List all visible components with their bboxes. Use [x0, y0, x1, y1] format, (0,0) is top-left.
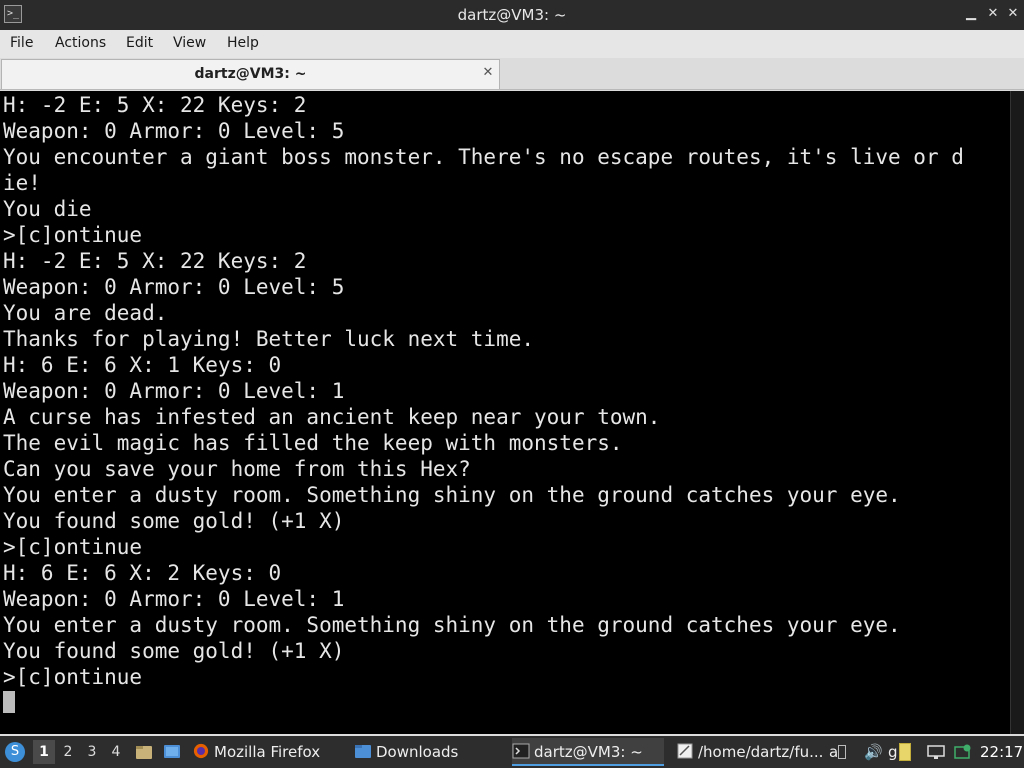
- terminal-line: >[c]ontinue: [3, 223, 143, 247]
- terminal-line: You are dead.: [3, 301, 168, 325]
- maximize-icon[interactable]: ✕: [986, 7, 1000, 21]
- firefox-icon: [193, 743, 209, 759]
- terminal-cursor: [3, 691, 15, 713]
- task-terminal-label: dartz@VM3: ~: [534, 743, 643, 761]
- volume-icon[interactable]: 🔊: [864, 742, 883, 762]
- tab-bar: dartz@VM3: ~ ✕: [0, 58, 1024, 90]
- terminal-line: You encounter a giant boss monster. Ther…: [3, 145, 964, 169]
- menu-bar: File Actions Edit View Help: [0, 30, 1024, 58]
- terminal-icon: [512, 743, 530, 759]
- terminal-output[interactable]: H: -2 E: 5 X: 22 Keys: 2 Weapon: 0 Armor:…: [0, 91, 1010, 734]
- task-editor[interactable]: /home/dartz/fu...: [676, 738, 834, 766]
- text-editor-icon: [677, 743, 693, 759]
- tray-item-se[interactable]: Se: [838, 742, 862, 762]
- terminal-line: Weapon: 0 Armor: 0 Level: 5: [3, 119, 345, 143]
- terminal-line: Weapon: 0 Armor: 0 Level: 1: [3, 587, 345, 611]
- start-menu-icon[interactable]: S: [5, 742, 25, 762]
- taskbar: S 1 2 3 4 Mozilla Firefox Downloads dart…: [0, 736, 1024, 768]
- task-downloads-label: Downloads: [376, 743, 459, 761]
- folder-icon: [355, 745, 371, 758]
- menu-help[interactable]: Help: [227, 30, 259, 58]
- terminal-line: Thanks for playing! Better luck next tim…: [3, 327, 535, 351]
- terminal-line: H: 6 E: 6 X: 2 Keys: 0: [3, 561, 282, 585]
- clock[interactable]: 22:17: [980, 736, 1023, 768]
- terminal-line: H: -2 E: 5 X: 22 Keys: 2: [3, 249, 307, 273]
- workspace-3[interactable]: 3: [81, 740, 103, 764]
- terminal-line: H: -2 E: 5 X: 22 Keys: 2: [3, 93, 307, 117]
- menu-view[interactable]: View: [173, 30, 206, 58]
- file-manager-icon[interactable]: [135, 743, 153, 761]
- terminal-line: >[c]ontinue: [3, 535, 143, 559]
- tab-close-icon[interactable]: ✕: [480, 64, 496, 82]
- workspace-4[interactable]: 4: [105, 740, 127, 764]
- terminal-line: Can you save your home from this Hex?: [3, 457, 471, 481]
- minimize-icon[interactable]: ▁: [964, 7, 978, 21]
- workspace-2[interactable]: 2: [57, 740, 79, 764]
- close-icon[interactable]: ✕: [1006, 7, 1020, 21]
- terminal-lines: H: -2 E: 5 X: 22 Keys: 2 Weapon: 0 Armor:…: [3, 92, 964, 690]
- tab-terminal[interactable]: dartz@VM3: ~ ✕: [1, 59, 500, 89]
- task-firefox-label: Mozilla Firefox: [214, 743, 321, 761]
- terminal-line: You found some gold! (+1 X): [3, 509, 345, 533]
- window-titlebar[interactable]: >_ dartz@VM3: ~ ▁ ✕ ✕: [0, 0, 1024, 30]
- terminal-line: The evil magic has filled the keep with …: [3, 431, 623, 455]
- screen-capture-icon[interactable]: [954, 743, 972, 761]
- terminal-line: A curse has infested an ancient keep nea…: [3, 405, 661, 429]
- terminal-line: Weapon: 0 Armor: 0 Level: 5: [3, 275, 345, 299]
- task-firefox[interactable]: Mozilla Firefox: [192, 738, 337, 766]
- workspace-1[interactable]: 1: [33, 740, 55, 764]
- terminal-line: You enter a dusty room. Something shiny …: [3, 613, 901, 637]
- menu-actions[interactable]: Actions: [55, 30, 106, 58]
- terminal-line: H: 6 E: 6 X: 1 Keys: 0: [3, 353, 282, 377]
- menu-edit[interactable]: Edit: [126, 30, 153, 58]
- tray-item-g[interactable]: g: [888, 742, 898, 762]
- terminal-line: You found some gold! (+1 X): [3, 639, 345, 663]
- document-icon: [838, 745, 846, 759]
- tab-label: dartz@VM3: ~: [194, 66, 307, 82]
- terminal-line: Weapon: 0 Armor: 0 Level: 1: [3, 379, 345, 403]
- terminal-line: You die: [3, 197, 92, 221]
- network-icon[interactable]: [927, 743, 945, 761]
- terminal-line: >[c]ontinue: [3, 665, 143, 689]
- window-title: dartz@VM3: ~: [457, 6, 567, 24]
- task-editor-label: /home/dartz/fu...: [698, 743, 824, 761]
- task-downloads[interactable]: Downloads: [354, 738, 504, 766]
- clipboard-icon[interactable]: [899, 743, 911, 761]
- show-desktop-icon[interactable]: [163, 743, 181, 761]
- terminal-line: ie!: [3, 171, 41, 195]
- terminal-line: You enter a dusty room. Something shiny …: [3, 483, 901, 507]
- task-terminal[interactable]: dartz@VM3: ~: [512, 738, 664, 766]
- task-editor-suffix: a: [829, 743, 839, 761]
- terminal-scrollbar[interactable]: [1010, 91, 1024, 734]
- menu-file[interactable]: File: [10, 30, 33, 58]
